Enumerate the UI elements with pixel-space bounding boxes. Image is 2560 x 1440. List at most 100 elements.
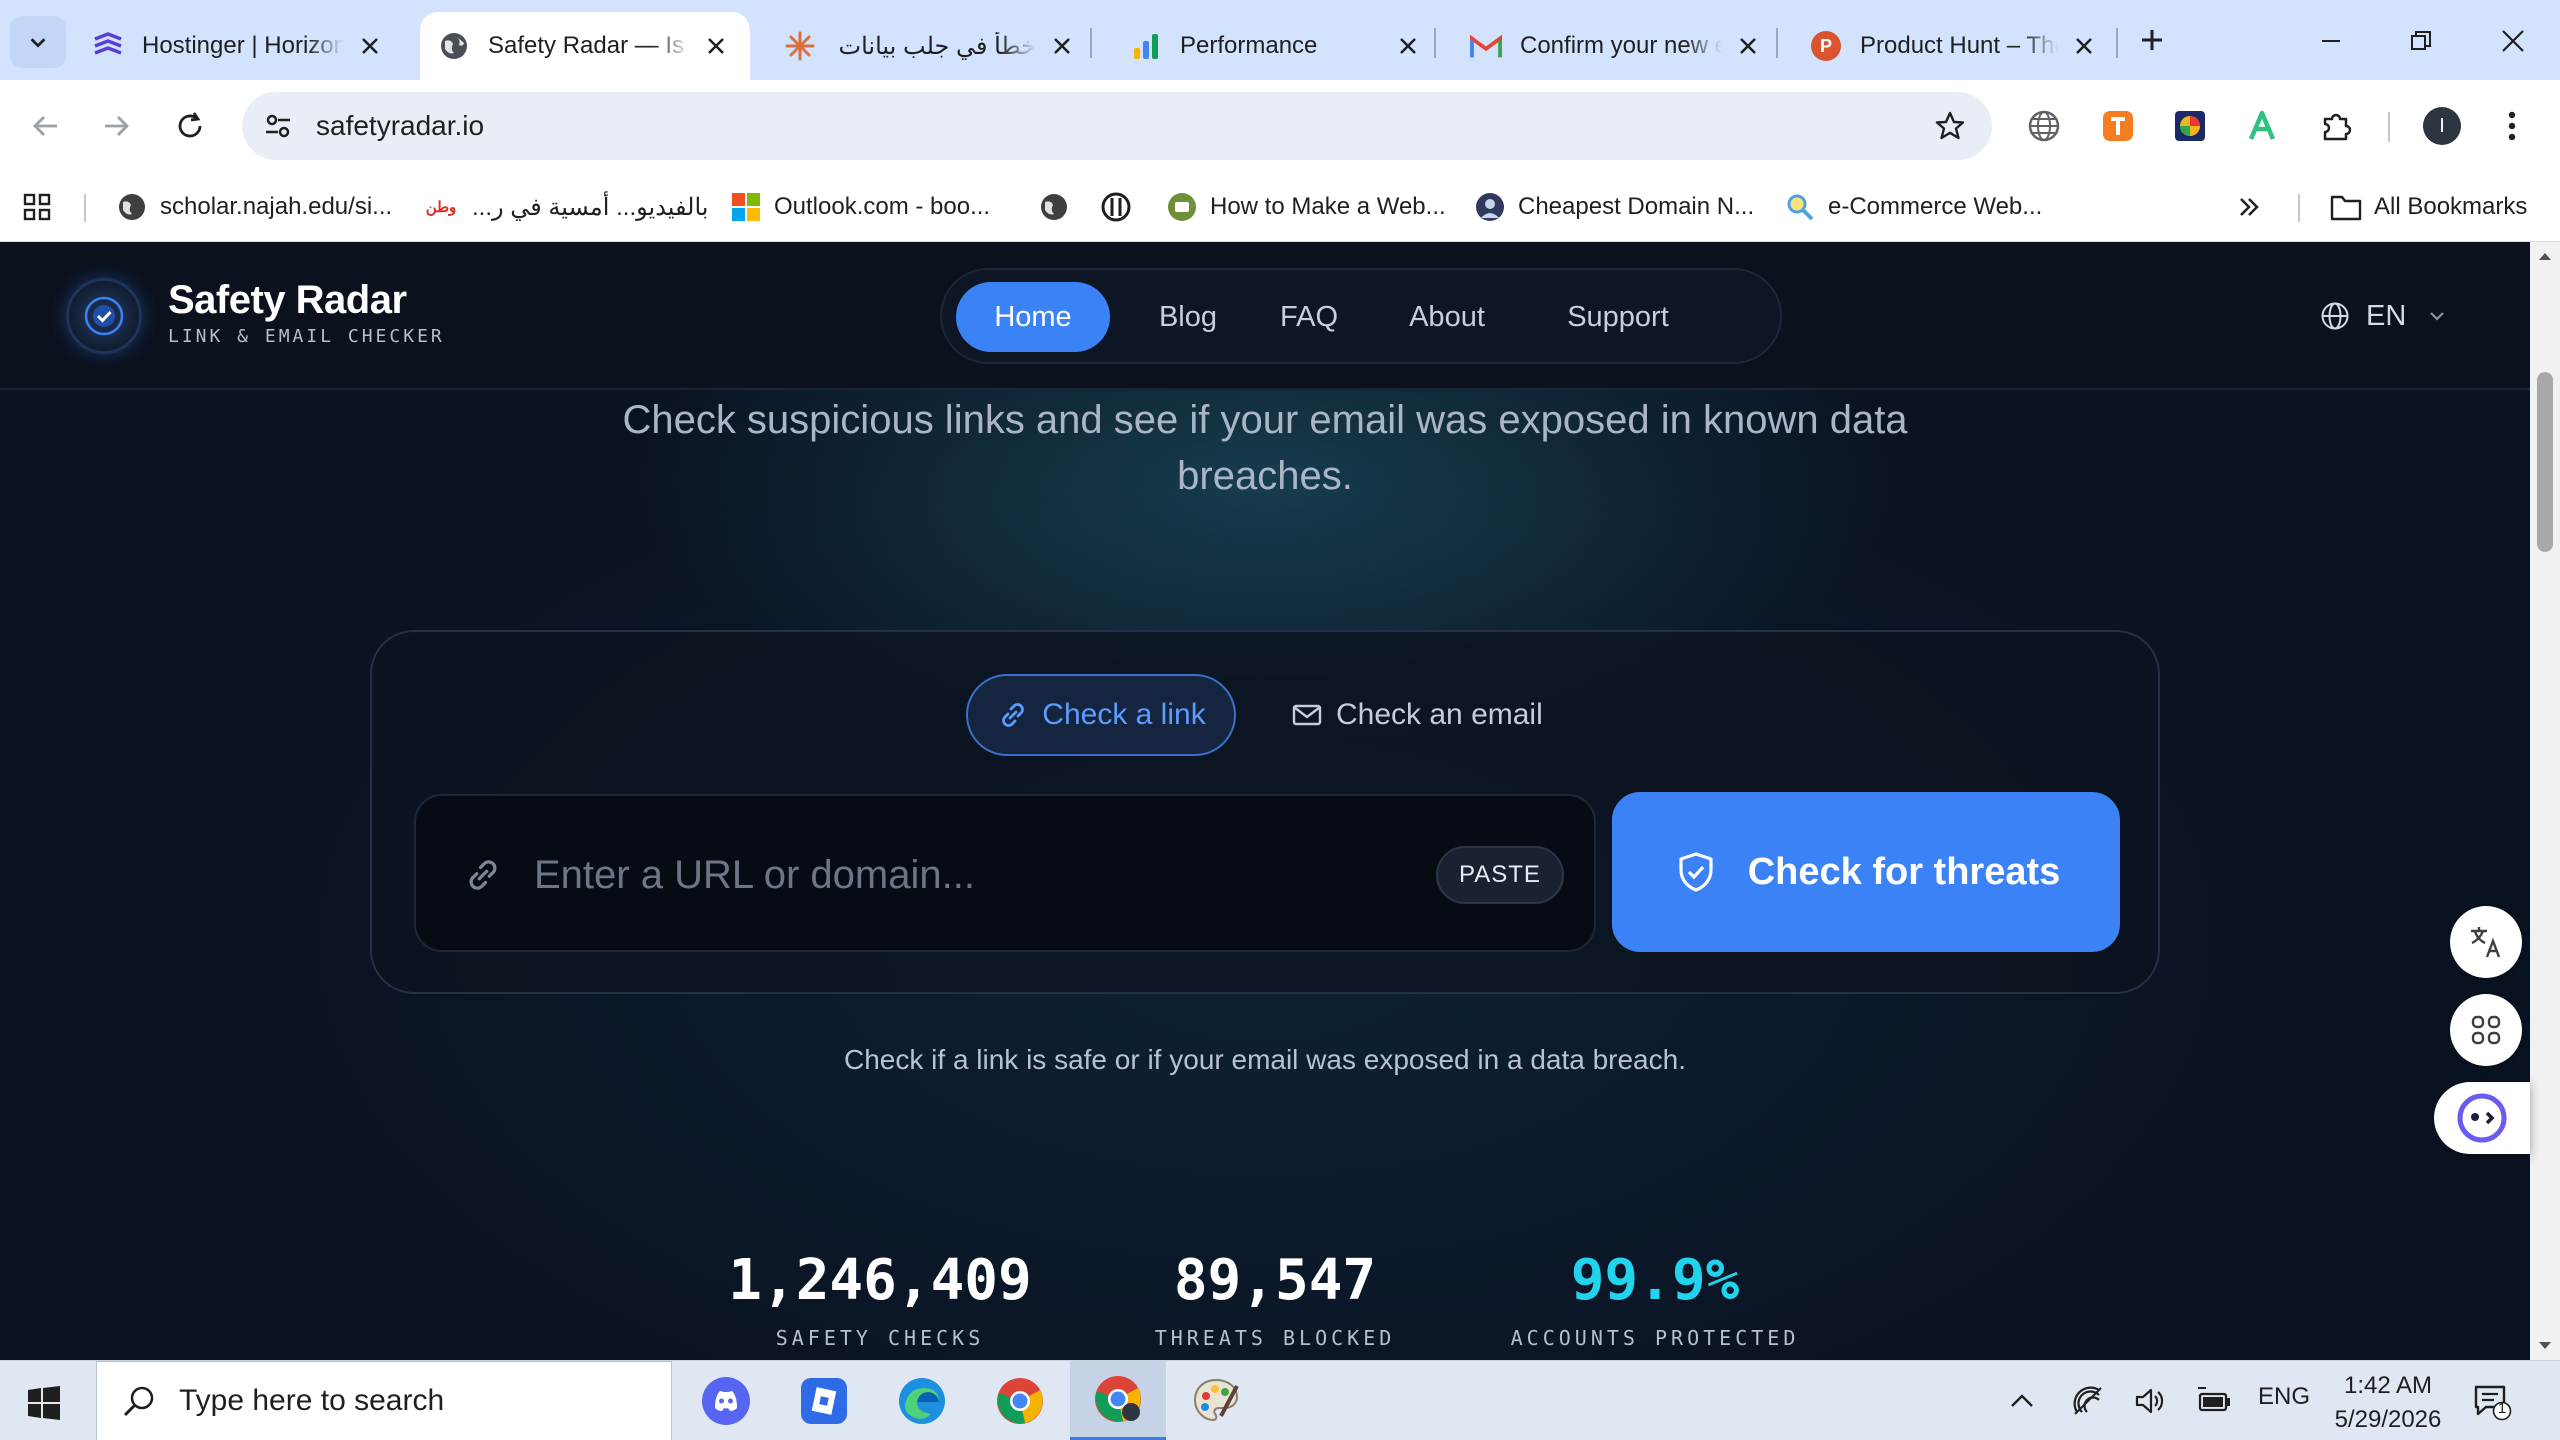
page-scrollbar[interactable]	[2530, 242, 2560, 1360]
minimize-button[interactable]	[2308, 18, 2354, 64]
watan-icon: وطن	[425, 199, 457, 216]
chrome-icon	[997, 1378, 1043, 1424]
bookmark-how-to-make[interactable]: How to Make a Web...	[1166, 186, 1446, 228]
chevron-down-icon	[2424, 303, 2450, 329]
chrome-profile-app[interactable]	[1070, 1361, 1166, 1440]
extensions-puzzle-icon[interactable]	[2314, 104, 2358, 148]
globe-icon	[1038, 191, 1070, 223]
nav-support[interactable]: Support	[1538, 282, 1698, 352]
brand-name[interactable]: Safety Radar	[168, 278, 407, 323]
bookmarks-bar: scholar.najah.edu/si... وطن بالفيديو... …	[0, 172, 2560, 242]
bookmark-ecommerce[interactable]: e-Commerce Web...	[1784, 186, 2042, 228]
close-icon[interactable]	[1392, 30, 1424, 62]
url-input[interactable]	[534, 838, 1354, 912]
bookmark-scholar[interactable]: scholar.najah.edu/si...	[116, 186, 392, 228]
browser-menu-button[interactable]	[2490, 104, 2534, 148]
chevron-up-icon	[2011, 1394, 2033, 1407]
bookmark-star-icon[interactable]	[1928, 104, 1972, 148]
tab-hostinger[interactable]: Hostinger | Horizons	[74, 12, 404, 80]
url-text[interactable]: safetyradar.io	[316, 110, 1928, 142]
bookmark-globe[interactable]	[1038, 186, 1082, 228]
split-circle-icon	[1100, 191, 1132, 223]
roblox-app[interactable]	[776, 1361, 872, 1440]
close-icon	[2502, 30, 2524, 52]
chrome-app[interactable]	[972, 1361, 1068, 1440]
close-icon[interactable]	[700, 30, 732, 62]
bookmark-cheapest-domain[interactable]: Cheapest Domain N...	[1474, 186, 1754, 228]
bookmark-label: How to Make a Web...	[1210, 193, 1446, 220]
tab-arabic[interactable]: خطأ في جلب بيانات	[766, 12, 1096, 80]
tab-search-button[interactable]	[10, 16, 66, 68]
tab-strip: Hostinger | Horizons Safety Radar — Is T…	[0, 0, 2560, 80]
scroll-down-icon[interactable]	[2537, 1338, 2553, 1354]
input-language[interactable]: ENG	[2258, 1383, 2310, 1411]
bookmark-watan[interactable]: وطن بالفيديو... أمسية في ر...	[422, 186, 709, 228]
close-icon[interactable]	[354, 30, 386, 62]
reload-button[interactable]	[166, 102, 214, 150]
forward-button[interactable]	[92, 102, 140, 150]
product-hunt-icon: P	[1810, 30, 1842, 62]
domain-icon	[1474, 191, 1506, 223]
translate-button[interactable]	[2450, 906, 2522, 978]
site-settings-icon[interactable]	[256, 104, 300, 148]
tab-performance[interactable]: Performance	[1112, 12, 1442, 80]
battery-icon[interactable]	[2192, 1379, 2236, 1423]
paste-button[interactable]: PASTE	[1436, 846, 1564, 904]
logo[interactable]	[66, 278, 142, 354]
bookmark-outlook[interactable]: Outlook.com - boo...	[730, 186, 990, 228]
translate-icon	[2471, 927, 2501, 958]
stat-threats-blocked-label: THREATS BLOCKED	[1154, 1326, 1396, 1350]
tab-separator	[1776, 28, 1778, 58]
page-viewport: Safety Radar LINK & EMAIL CHECKER Home B…	[0, 242, 2530, 1360]
profile-initial: I	[2423, 107, 2461, 145]
bookmark-circle[interactable]	[1100, 186, 1144, 228]
green-a-extension-icon[interactable]	[2240, 104, 2284, 148]
scroll-up-icon[interactable]	[2537, 248, 2553, 264]
profile-avatar[interactable]: I	[2420, 104, 2464, 148]
language-selector[interactable]: EN	[2318, 294, 2450, 338]
globe-extension-icon[interactable]	[2022, 104, 2066, 148]
volume-icon[interactable]	[2128, 1379, 2172, 1423]
command-icon	[2471, 1015, 2501, 1045]
ai-assistant-button[interactable]	[2434, 1082, 2530, 1154]
edge-app[interactable]	[874, 1361, 970, 1440]
apps-widget-button[interactable]	[2450, 994, 2522, 1066]
close-icon[interactable]	[2068, 30, 2100, 62]
check-for-threats-button[interactable]: Check for threats	[1612, 792, 2120, 952]
back-button[interactable]	[22, 102, 70, 150]
tab-safety-radar[interactable]: Safety Radar — Is This Link Safe?	[420, 12, 750, 80]
tab-gmail[interactable]: Confirm your new email	[1452, 12, 1782, 80]
address-bar[interactable]: safetyradar.io	[242, 92, 1992, 160]
roblox-icon	[801, 1378, 847, 1424]
network-icon[interactable]	[2066, 1379, 2110, 1423]
folder-icon	[2330, 191, 2362, 223]
close-window-button[interactable]	[2490, 18, 2536, 64]
taskbar-search[interactable]: Type here to search	[96, 1361, 672, 1440]
show-hidden-icons-button[interactable]	[2000, 1379, 2044, 1423]
more-bookmarks-button[interactable]	[2236, 186, 2262, 228]
tab-check-link[interactable]: Check a link	[966, 674, 1236, 756]
notification-center-button[interactable]: 1	[2470, 1379, 2514, 1423]
discord-app[interactable]	[678, 1361, 774, 1440]
new-tab-button[interactable]	[2132, 20, 2172, 60]
all-bookmarks-button[interactable]: All Bookmarks	[2330, 186, 2527, 228]
orange-extension-icon[interactable]	[2096, 104, 2140, 148]
nav-blog[interactable]: Blog	[1138, 282, 1238, 352]
start-button[interactable]	[20, 1379, 68, 1427]
close-icon[interactable]	[1732, 30, 1764, 62]
paint-app[interactable]	[1168, 1361, 1264, 1440]
nav-faq[interactable]: FAQ	[1264, 282, 1354, 352]
tab-check-email[interactable]: Check an email	[1290, 674, 1543, 756]
tab-product-hunt[interactable]: P Product Hunt – The best new products	[1792, 12, 2118, 80]
nav-home[interactable]: Home	[956, 282, 1110, 352]
nav-about[interactable]: About	[1382, 282, 1512, 352]
color-extension-icon[interactable]	[2168, 104, 2212, 148]
plus-icon	[2142, 30, 2162, 50]
apps-button[interactable]	[22, 186, 52, 228]
svg-text:P: P	[1820, 36, 1832, 56]
close-icon[interactable]	[1046, 30, 1078, 62]
scrollbar-thumb[interactable]	[2537, 372, 2553, 552]
hero-tagline: Check suspicious links and see if your e…	[622, 398, 1908, 498]
taskbar-clock[interactable]: 1:42 AM 5/29/2026	[2328, 1369, 2448, 1437]
restore-button[interactable]	[2398, 18, 2444, 64]
